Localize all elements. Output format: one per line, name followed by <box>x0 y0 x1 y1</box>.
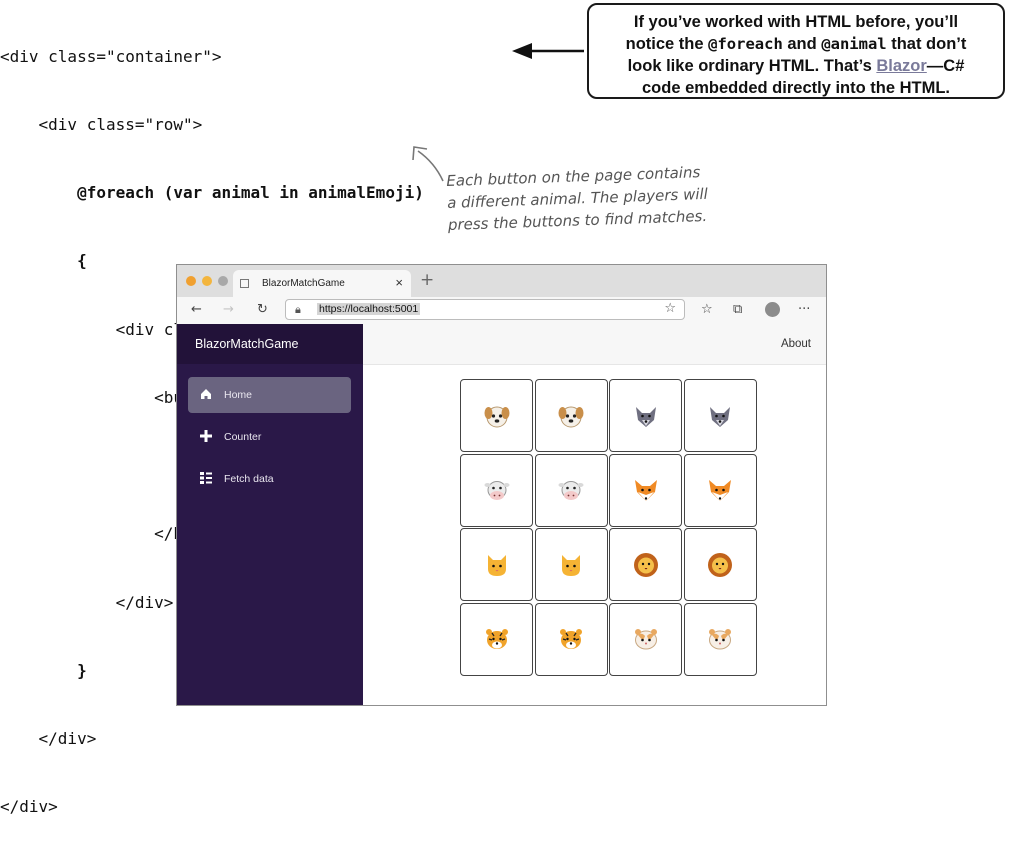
lock-icon: 🔒︎ <box>295 303 301 316</box>
wolf-icon <box>710 406 730 427</box>
animal-button[interactable] <box>534 453 608 527</box>
callout-line: If you’ve worked with HTML before, you’l… <box>633 13 959 31</box>
animal-button[interactable] <box>609 379 682 452</box>
favorites-icon[interactable]: ☆ <box>701 301 713 319</box>
animal-button[interactable] <box>460 379 533 452</box>
tab-title: BlazorMatchGame <box>262 278 345 289</box>
window-minimize-dot[interactable] <box>202 276 212 286</box>
cow-icon <box>558 481 584 500</box>
url-text: https://localhost:5001 <box>317 303 421 315</box>
tab-bar: BlazorMatchGame × + <box>177 265 826 297</box>
cow-icon <box>484 481 509 500</box>
lion-icon <box>708 552 732 577</box>
animal-button[interactable] <box>460 528 533 601</box>
collections-icon[interactable]: ⧉ <box>733 301 742 319</box>
code-line: <div class="row"> <box>0 114 203 134</box>
foreach-keyword: @foreach <box>708 35 783 53</box>
code-line: </div> <box>0 797 58 817</box>
animal-button[interactable] <box>683 453 757 527</box>
animal-grid <box>460 379 758 677</box>
brand-bar: BlazorMatchGame <box>177 324 363 364</box>
more-icon[interactable]: ··· <box>798 301 810 319</box>
browser-tab[interactable]: BlazorMatchGame × <box>233 270 411 297</box>
animal-button[interactable] <box>609 453 682 527</box>
sidebar: BlazorMatchGame Home Counter Fetch data <box>177 324 363 705</box>
nav-label: Home <box>224 389 253 401</box>
brand-title[interactable]: BlazorMatchGame <box>195 337 299 351</box>
code-line: <div class="container"> <box>0 46 222 66</box>
close-tab-icon[interactable]: × <box>395 275 403 290</box>
profile-icon[interactable] <box>765 302 780 317</box>
callout-line: notice the @foreach and @animal that don… <box>597 33 995 55</box>
hamster-icon <box>634 629 657 650</box>
animal-keyword: @animal <box>821 35 887 53</box>
back-icon[interactable]: ← <box>191 301 202 319</box>
handwritten-note: Each button on the page contains a diffe… <box>446 159 768 236</box>
blazor-link[interactable]: Blazor <box>876 57 926 75</box>
animal-button[interactable] <box>534 602 608 676</box>
star-icon[interactable]: ☆ <box>664 301 676 316</box>
window-close-dot[interactable] <box>186 276 196 286</box>
list-icon <box>199 471 213 485</box>
home-icon <box>199 387 213 401</box>
reload-icon[interactable]: ↻ <box>257 301 268 319</box>
callout-text: and <box>782 35 822 53</box>
forward-icon[interactable]: → <box>223 301 234 319</box>
dog-icon <box>484 406 509 427</box>
nav-item-home[interactable]: Home <box>188 377 351 413</box>
animal-button[interactable] <box>609 602 682 676</box>
callout-text: notice the <box>625 35 709 53</box>
nav-label: Fetch data <box>224 473 274 485</box>
callout-box: If you’ve worked with HTML before, you’l… <box>587 3 1005 99</box>
animal-button[interactable] <box>609 528 682 601</box>
cat-icon <box>487 554 506 576</box>
callout-line: look like ordinary HTML. That’s Blazor—C… <box>597 55 995 77</box>
animal-button[interactable] <box>534 379 608 452</box>
animal-button[interactable] <box>534 528 608 601</box>
animal-button[interactable] <box>683 379 757 452</box>
fox-icon <box>709 480 731 501</box>
plus-icon <box>199 429 213 443</box>
callout-text: —C# <box>926 57 965 75</box>
nav-item-fetch-data[interactable]: Fetch data <box>188 461 351 497</box>
tiger-icon <box>560 629 582 649</box>
animal-button[interactable] <box>460 602 533 676</box>
nav-item-counter[interactable]: Counter <box>188 419 351 455</box>
hamster-icon <box>709 629 731 650</box>
code-line: </div> <box>0 729 97 748</box>
fox-icon <box>634 480 657 501</box>
address-bar[interactable]: 🔒︎ https://localhost:5001 ☆ <box>285 299 685 320</box>
about-link[interactable]: About <box>781 338 811 350</box>
nav-label: Counter <box>224 431 262 443</box>
callout-text: look like ordinary HTML. That’s <box>627 57 877 75</box>
browser-toolbar: ← → ↻ 🔒︎ https://localhost:5001 ☆ ☆ ⧉ ··… <box>177 297 826 325</box>
browser-window: BlazorMatchGame × + ← → ↻ 🔒︎ https://loc… <box>176 264 827 706</box>
wolf-icon <box>635 406 656 427</box>
callout-line: code embedded directly into the HTML. <box>641 79 951 97</box>
animal-button[interactable] <box>683 602 757 676</box>
animal-button[interactable] <box>460 453 533 527</box>
lion-icon <box>633 552 658 577</box>
window-zoom-dot[interactable] <box>218 276 228 286</box>
dog-icon <box>558 406 584 427</box>
cat-icon <box>562 554 580 576</box>
top-row: About <box>363 324 826 365</box>
callout-text: that don’t <box>886 35 967 53</box>
animal-button[interactable] <box>683 528 757 601</box>
tiger-icon <box>485 629 508 649</box>
page-icon <box>240 279 249 288</box>
new-tab-icon[interactable]: + <box>420 270 434 290</box>
